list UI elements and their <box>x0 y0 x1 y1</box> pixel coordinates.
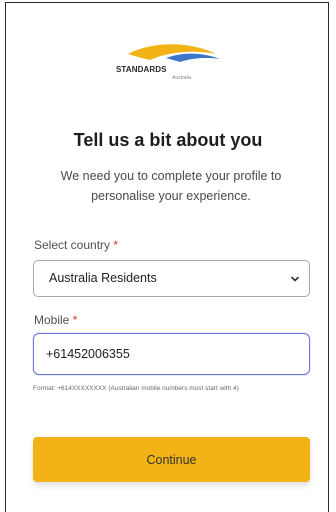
chevron-down-icon <box>291 276 299 282</box>
mobile-format-hint: Format: +614XXXXXXXX (Australian mobile … <box>33 385 239 392</box>
required-mark: * <box>72 313 78 327</box>
logo-subtext: Australia <box>172 75 192 81</box>
country-label-text: Select country <box>34 238 111 252</box>
logo-wordmark: STANDARDS <box>116 65 167 74</box>
page-title: Tell us a bit about you <box>73 130 263 150</box>
country-select[interactable]: Australia Residents <box>33 260 310 297</box>
required-mark: * <box>113 238 119 252</box>
page-subtitle: We need you to complete your profile to … <box>60 169 282 203</box>
standards-australia-logo: STANDARDS Australia <box>110 42 230 94</box>
mobile-label: Mobile * <box>34 313 77 327</box>
country-label: Select country * <box>34 238 118 252</box>
country-select-value: Australia Residents <box>49 271 157 285</box>
mobile-input[interactable] <box>33 333 310 375</box>
continue-button[interactable]: Continue <box>33 437 310 482</box>
mobile-label-text: Mobile <box>34 313 70 327</box>
